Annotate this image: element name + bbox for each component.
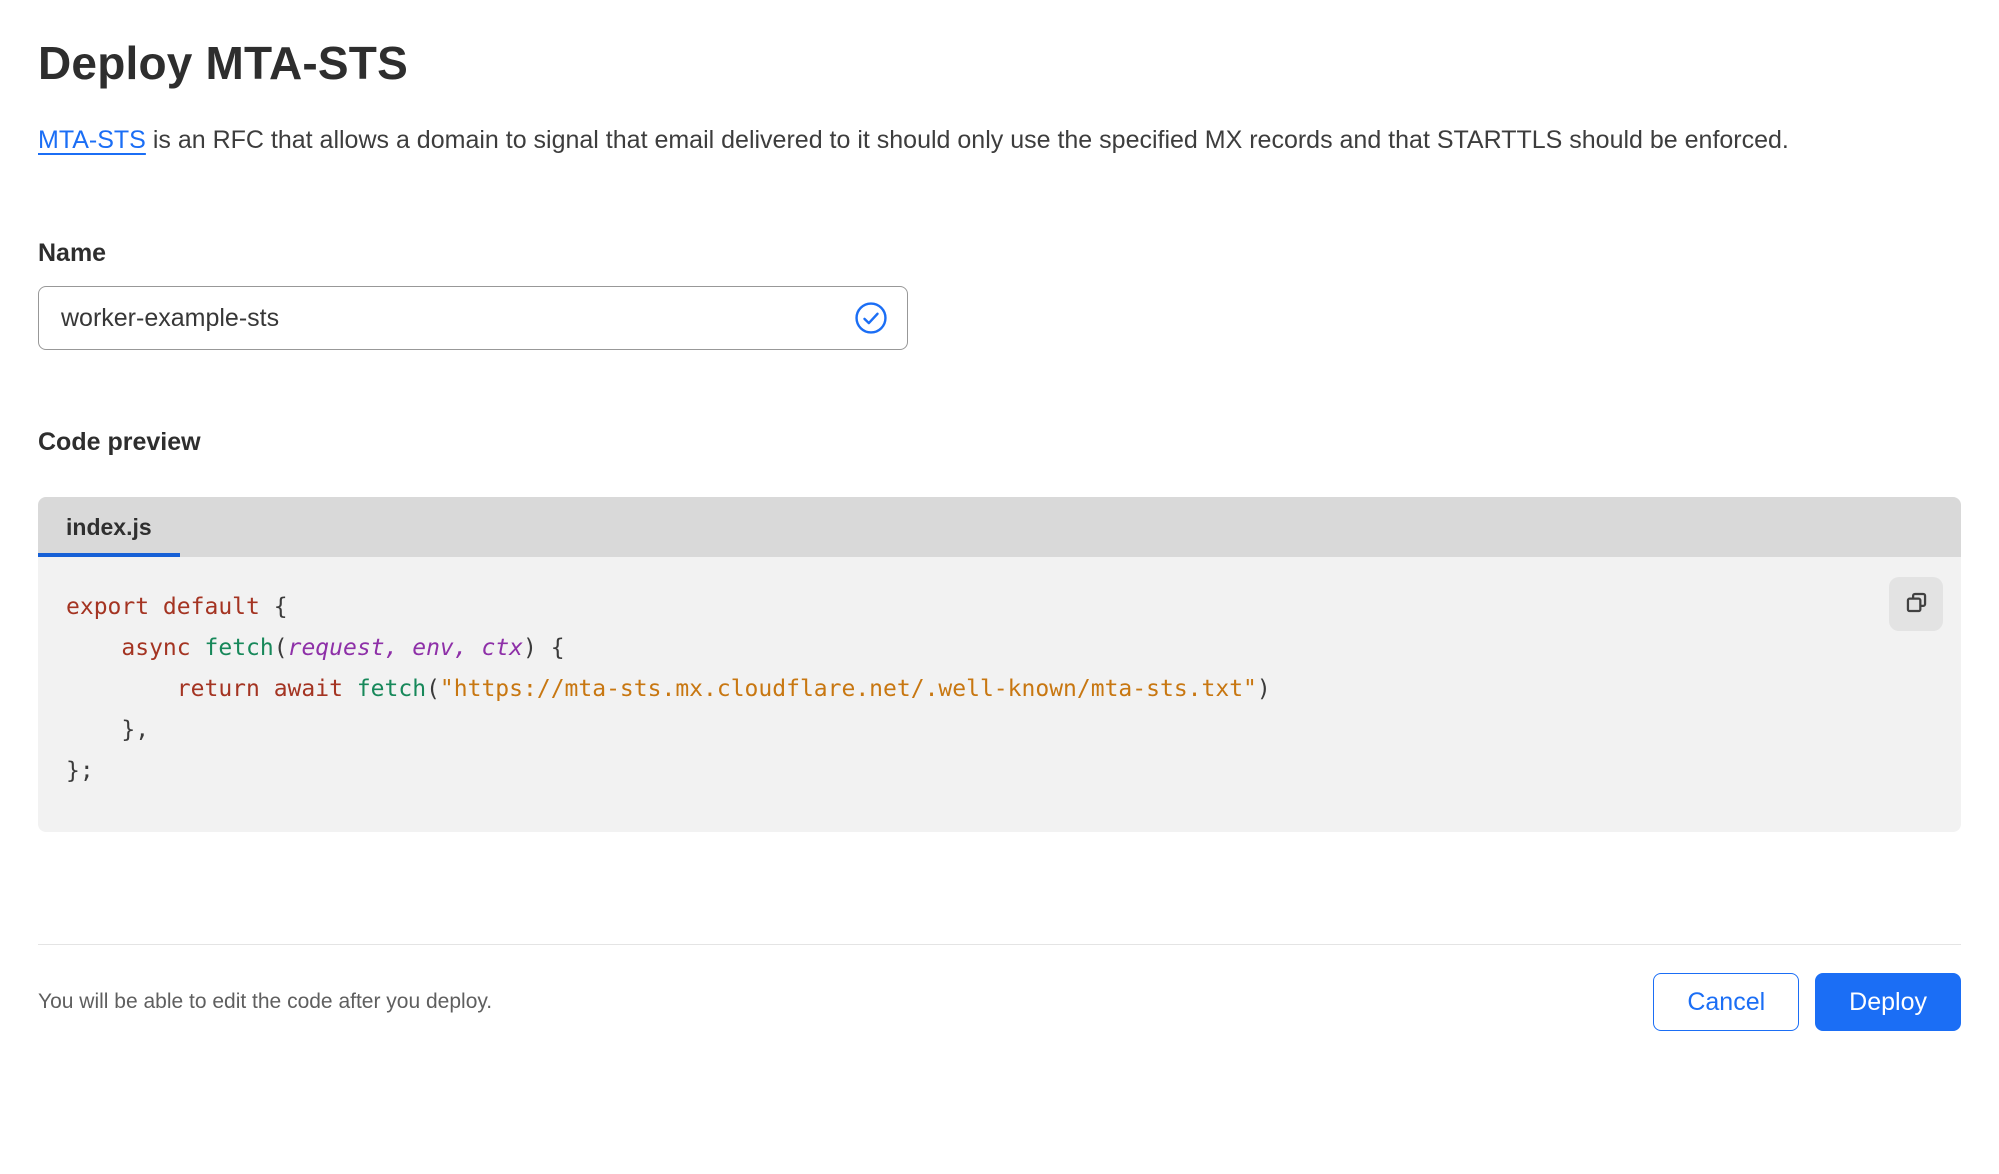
cancel-button[interactable]: Cancel (1653, 973, 1800, 1031)
check-circle-icon (854, 301, 888, 335)
code-token: ) { (523, 635, 565, 661)
footer-actions: Cancel Deploy (1653, 973, 1961, 1031)
code-line: return await fetch("https://mta-sts.mx.c… (66, 669, 1871, 710)
code-token: "https://mta-sts.mx.cloudflare.net/.well… (439, 676, 1257, 702)
footer-note: You will be able to edit the code after … (38, 990, 493, 1013)
mta-sts-link[interactable]: MTA-STS (38, 126, 146, 154)
deploy-button[interactable]: Deploy (1815, 973, 1961, 1031)
copy-code-button[interactable] (1889, 577, 1943, 631)
code-token: return await (176, 676, 343, 702)
description: MTA-STS is an RFC that allows a domain t… (38, 118, 1948, 163)
code-token: fetch (356, 676, 427, 702)
description-text: is an RFC that allows a domain to signal… (145, 126, 1789, 154)
deploy-mta-sts-page: Deploy MTA-STS MTA-STS is an RFC that al… (0, 36, 1999, 1061)
code-editor: export default { async fetch(request, en… (38, 557, 1961, 832)
code-token: export default (66, 594, 260, 620)
code-line: async fetch(request, env, ctx) { (66, 628, 1871, 669)
code-line: }; (66, 751, 1871, 792)
code-token: }; (66, 758, 94, 784)
footer: You will be able to edit the code after … (38, 944, 1961, 1061)
page-title: Deploy MTA-STS (38, 37, 408, 89)
code-token: }, (66, 717, 150, 743)
code-tab-bar: index.js (38, 497, 1961, 557)
code-token: request, env, ctx (287, 635, 524, 661)
code-lines: export default { async fetch(request, en… (66, 587, 1871, 792)
code-token: async (121, 635, 191, 661)
code-token: ) (1256, 676, 1271, 702)
name-input[interactable] (38, 286, 908, 350)
code-token: fetch (204, 635, 274, 661)
tab-index-js[interactable]: index.js (38, 497, 180, 557)
code-line: }, (66, 710, 1871, 751)
code-preview-label: Code preview (38, 428, 201, 456)
tab-label: index.js (66, 513, 152, 540)
code-token: ( (426, 676, 440, 702)
name-label: Name (38, 239, 107, 267)
code-preview-card: index.js export default { async fetch(re… (38, 497, 1961, 832)
code-token: { (259, 594, 288, 620)
copy-icon (1903, 589, 1930, 619)
name-input-wrap (38, 286, 908, 350)
code-line: export default { (66, 587, 1871, 628)
code-token: ( (273, 635, 288, 661)
